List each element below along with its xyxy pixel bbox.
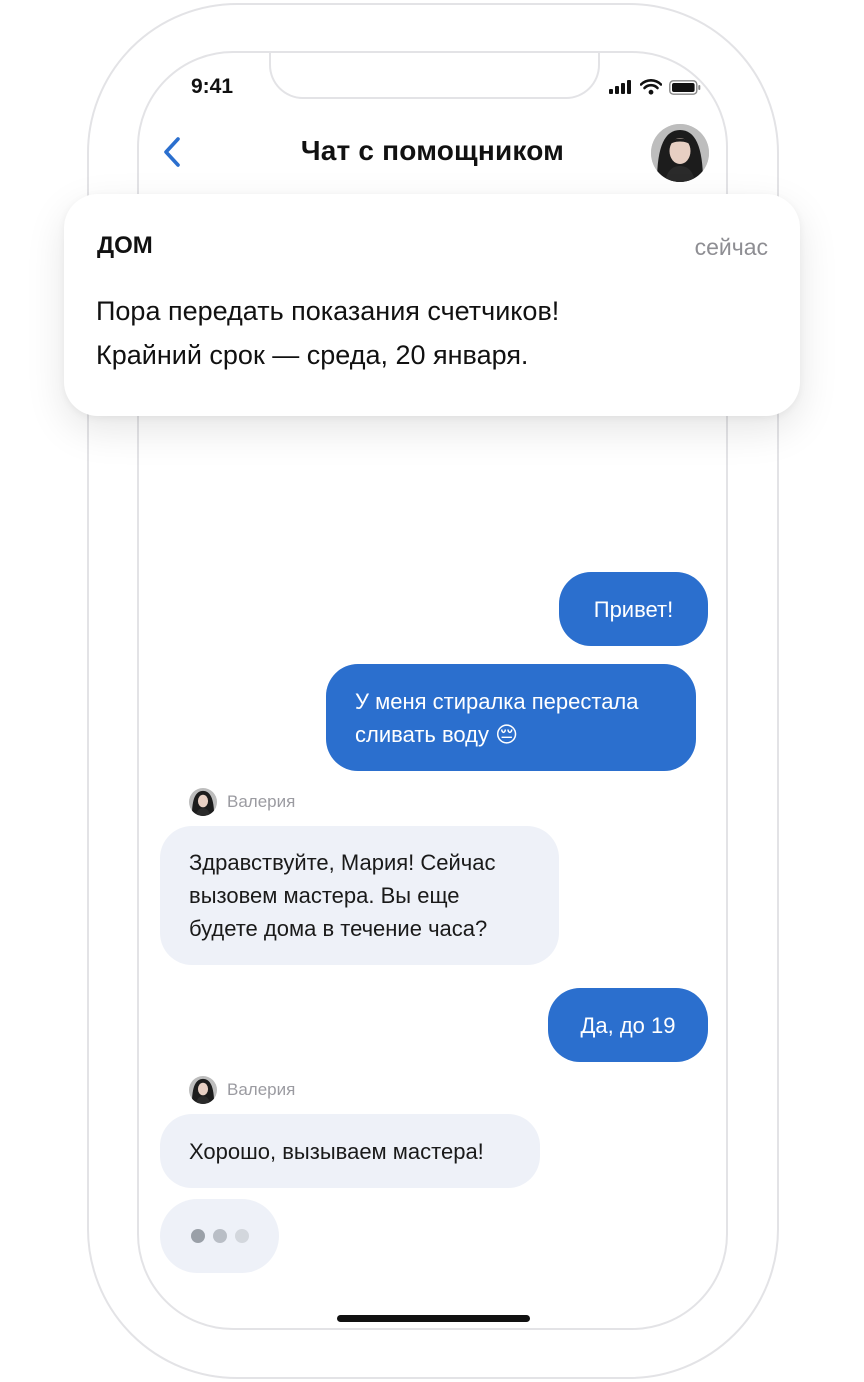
avatar-photo xyxy=(189,788,217,816)
typing-dot xyxy=(235,1229,249,1243)
message-incoming[interactable]: Здравствуйте, Мария! Сейчас вызовем маст… xyxy=(160,826,559,965)
message-text: Да, до 19 xyxy=(580,1012,676,1038)
typing-dot xyxy=(213,1229,227,1243)
notification-time: сейчас xyxy=(694,234,768,260)
notification-line-2: Крайний срок — среда, 20 января. xyxy=(96,340,529,370)
notification-body: Пора передать показания счетчиков! Крайн… xyxy=(96,289,776,377)
chat-title: Чат с помощником xyxy=(300,135,565,166)
message-text: Хорошо, вызываем мастера! xyxy=(189,1138,484,1164)
sender-label: Валерия xyxy=(189,788,295,816)
sender-label: Валерия xyxy=(189,1076,295,1104)
message-text: будете дома в течение часа? xyxy=(189,916,488,941)
avatar-photo xyxy=(189,1076,217,1104)
message-outgoing[interactable]: Привет! xyxy=(559,572,708,646)
assistant-avatar[interactable] xyxy=(651,124,709,182)
message-outgoing[interactable]: Да, до 19 xyxy=(548,988,708,1062)
notification-app-name: ДОМ xyxy=(97,232,153,259)
sender-name: Валерия xyxy=(227,792,296,811)
typing-dot xyxy=(191,1229,205,1243)
message-text: У меня стиралка перестала xyxy=(355,688,639,714)
notch xyxy=(269,53,600,99)
status-icons xyxy=(609,79,701,95)
avatar-photo xyxy=(651,124,709,182)
message-outgoing[interactable]: У меня стиралка перестала сливать воду 😔 xyxy=(326,664,696,771)
message-text: сливать воду xyxy=(355,721,489,747)
wifi-icon xyxy=(640,79,662,95)
sender-avatar xyxy=(189,788,217,816)
signal-icon xyxy=(609,80,631,94)
sender-avatar xyxy=(189,1076,217,1104)
sender-name: Валерия xyxy=(227,1080,296,1099)
notification-line-1: Пора передать показания счетчиков! xyxy=(96,296,560,326)
home-indicator[interactable] xyxy=(337,1315,530,1322)
battery-icon xyxy=(669,79,701,95)
message-text: вызовем мастера. Вы еще xyxy=(189,883,460,908)
message-incoming[interactable]: Хорошо, вызываем мастера! xyxy=(160,1114,540,1188)
typing-indicator xyxy=(160,1199,279,1273)
status-time: 9:41 xyxy=(191,75,234,98)
push-notification[interactable]: ДОМ сейчас Пора передать показания счетч… xyxy=(64,194,800,416)
sad-face-emoji-icon: 😔 xyxy=(495,721,519,747)
message-text: Здравствуйте, Мария! Сейчас xyxy=(189,850,496,875)
message-text: Привет! xyxy=(593,596,674,622)
